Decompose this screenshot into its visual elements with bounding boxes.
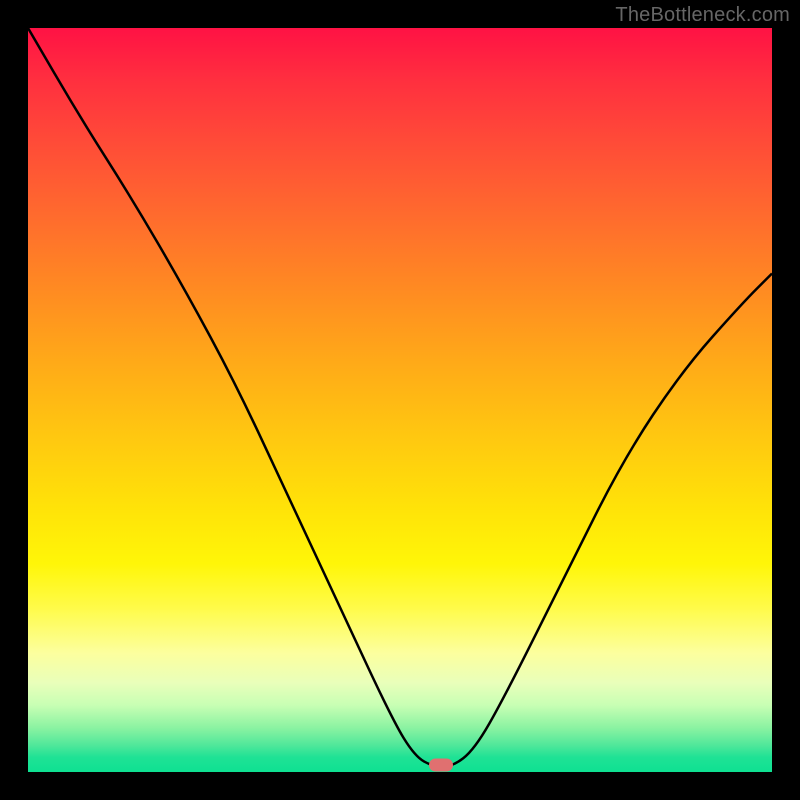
plot-area	[28, 28, 772, 772]
curve-svg	[28, 28, 772, 772]
chart-frame: TheBottleneck.com	[0, 0, 800, 800]
optimal-balance-marker	[429, 759, 453, 772]
watermark-text: TheBottleneck.com	[615, 4, 790, 27]
bottleneck-curve	[28, 28, 772, 767]
